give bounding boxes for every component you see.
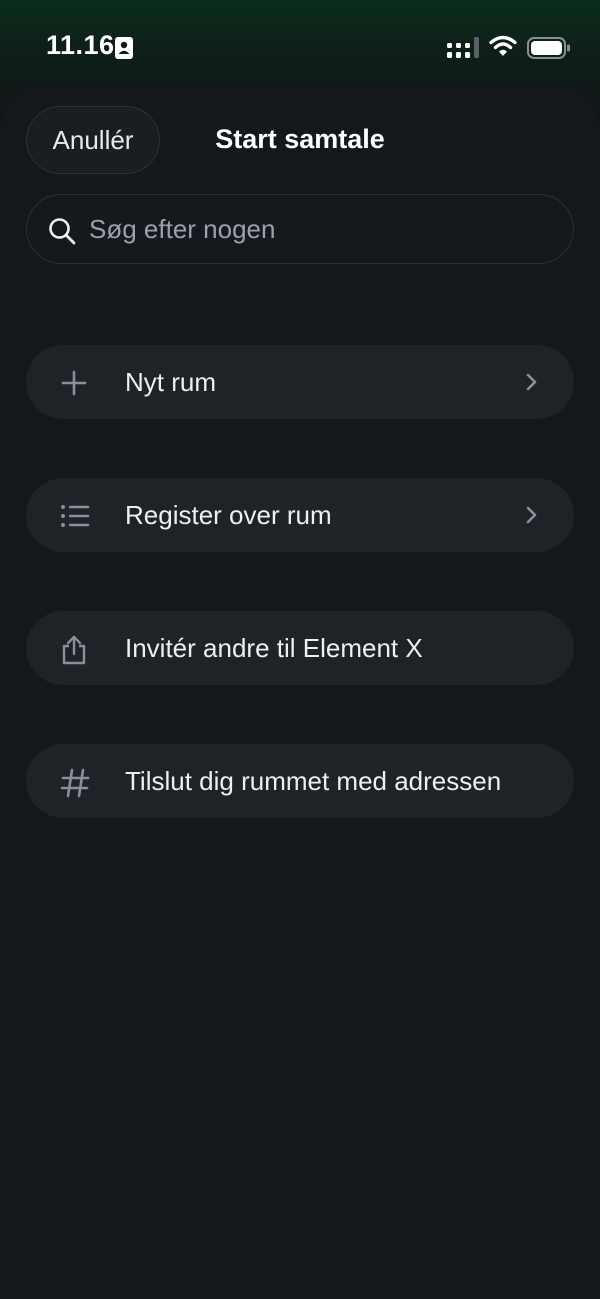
search-icon — [48, 217, 76, 250]
hash-icon — [60, 768, 90, 798]
join-by-address-item[interactable]: Tilslut dig rummet med adressen — [26, 744, 574, 818]
menu-item-label: Register over rum — [125, 500, 332, 530]
status-time: 11.16 — [46, 30, 115, 60]
battery-icon — [527, 37, 571, 64]
contact-card-icon — [115, 37, 133, 64]
status-bar: 11.16 — [0, 0, 600, 96]
search-input[interactable] — [89, 195, 549, 263]
menu-item-label: Tilslut dig rummet med adressen — [125, 766, 502, 796]
plus-icon — [60, 369, 88, 397]
cellular-signal-icon — [447, 37, 479, 64]
wifi-icon — [489, 35, 517, 62]
page-title: Start samtale — [215, 124, 385, 154]
list-icon — [60, 502, 90, 530]
search-field[interactable] — [26, 194, 574, 264]
new-room-item[interactable]: Nyt rum — [26, 345, 574, 419]
menu-item-label: Invitér andre til Element X — [125, 633, 423, 663]
invite-item[interactable]: Invitér andre til Element X — [26, 611, 574, 685]
chevron-right-icon — [526, 506, 538, 529]
menu-item-label: Nyt rum — [125, 367, 216, 397]
share-icon — [60, 635, 88, 665]
chevron-right-icon — [526, 373, 538, 396]
room-directory-item[interactable]: Register over rum — [26, 478, 574, 552]
sheet-background — [0, 86, 600, 1299]
